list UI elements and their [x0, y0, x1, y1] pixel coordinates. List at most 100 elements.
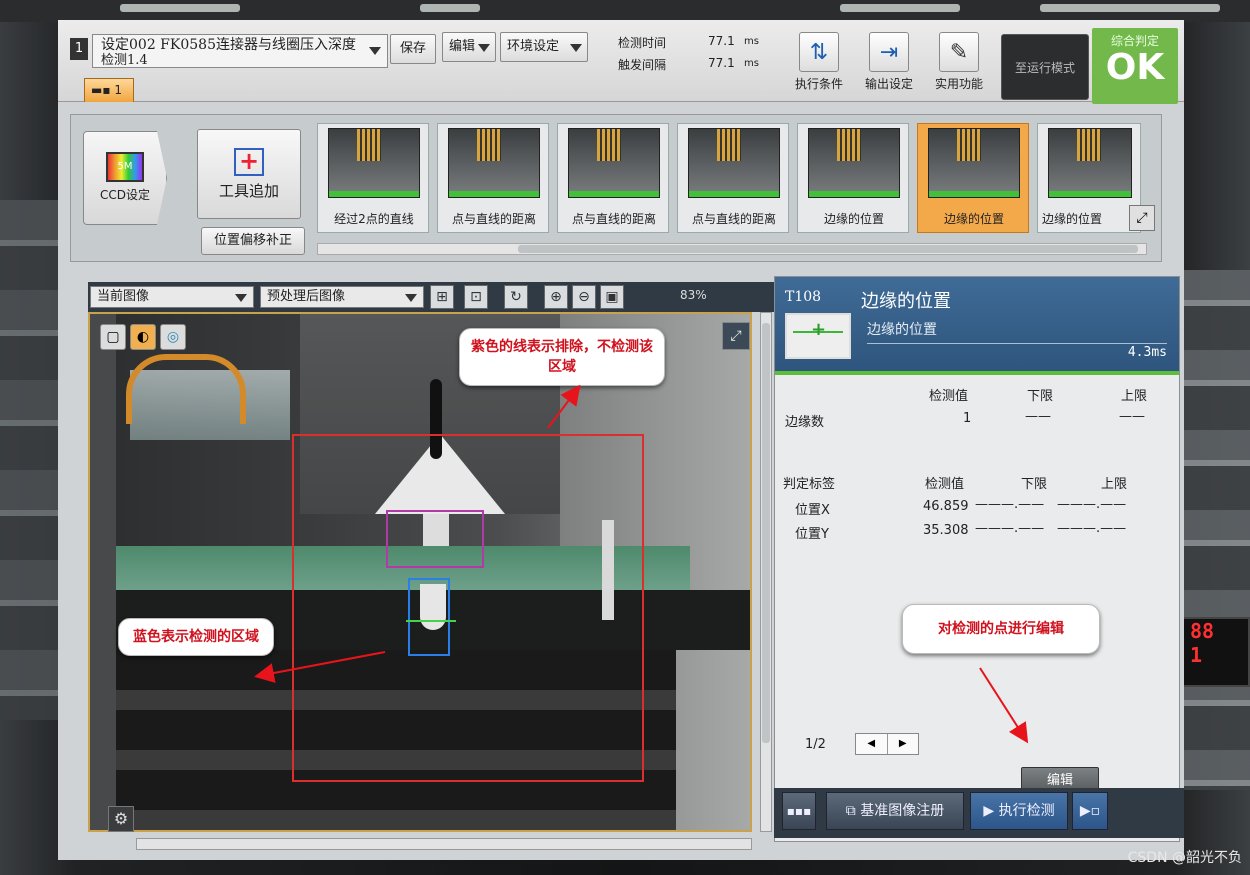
row-label: 位置Y [795, 527, 829, 542]
edge-line-green [406, 620, 456, 622]
layout-icon[interactable]: ⊞ [430, 285, 454, 309]
detect-roi-blue[interactable] [408, 578, 450, 656]
zoom-in-icon[interactable]: ⊕ [544, 285, 568, 309]
edge-tool-icon [785, 313, 851, 359]
image-viewer[interactable]: ▢ ◐ ◎ ⤢ [88, 312, 752, 832]
utility-label: 实用功能 [934, 77, 983, 91]
bezel-light [840, 4, 960, 12]
fit-screen-icon[interactable]: ▣ [600, 285, 624, 309]
execute-inspection-label: 执行检测 [998, 803, 1055, 819]
tool-thumbnail-label: 点与直线的距离 [451, 212, 536, 226]
add-tool-button[interactable]: + 工具追加 [197, 129, 301, 219]
save-button[interactable]: 保存 [390, 34, 436, 64]
edit-menu[interactable]: 编辑 [442, 32, 496, 62]
tool-strip-scrollbar[interactable] [317, 243, 1147, 255]
scrollbar-thumb[interactable] [762, 323, 770, 743]
column-header: 判定标签 [783, 477, 836, 492]
exclude-roi-purple[interactable] [386, 510, 484, 568]
setting-title-line1: 设定002 FK0585连接器与线圈压入深度 [101, 37, 356, 53]
next-page-icon[interactable]: ▶ [888, 734, 919, 754]
top-toolbar: 1 设定002 FK0585连接器与线圈压入深度 检测1.4 保存 编辑 环境设… [58, 20, 1184, 104]
env-settings-label: 环境设定 [507, 39, 560, 54]
annotation-purple: 紫色的线表示排除，不检测该区域 [459, 328, 665, 386]
tool-thumbnail[interactable]: 点与直线的距离 [437, 123, 549, 233]
column-header: 下限 [1027, 389, 1054, 404]
expand-icon[interactable]: ⤢ [1129, 205, 1155, 231]
prev-page-icon[interactable]: ◀ [856, 734, 888, 754]
gear-icon[interactable]: ⚙ [108, 806, 134, 832]
register-reference-button[interactable]: ⧉ 基准图像注册 [826, 792, 964, 830]
setting-title-select[interactable]: 设定002 FK0585连接器与线圈压入深度 检测1.4 [92, 34, 388, 68]
output-arrow-icon: ⇥ [869, 32, 909, 72]
exec-condition-button[interactable]: ⇅ 执行条件 [788, 32, 850, 102]
run-mode-button[interactable]: 至运行模式 [1001, 34, 1089, 100]
bezel-light [420, 4, 480, 12]
trigger-interval-unit: ms [744, 58, 759, 69]
status-line [775, 371, 1179, 375]
scrollbar-thumb[interactable] [518, 245, 1138, 253]
ccd-settings-button[interactable]: 5M CCD设定 [83, 131, 167, 225]
tool-thumbnail[interactable]: 边缘的位置 [1037, 123, 1141, 233]
counter-value-2: 1 [1190, 643, 1203, 667]
tool-thumbnail[interactable]: 边缘的位置 [797, 123, 909, 233]
ccd-chip-icon: 5M [106, 152, 144, 182]
viewer-left-bar [90, 314, 116, 830]
column-header: 下限 [1021, 477, 1048, 492]
output-settings-button[interactable]: ⇥ 输出设定 [858, 32, 920, 102]
chevron-down-icon [478, 44, 490, 52]
image-stack-icon: ⧉ [845, 803, 861, 819]
display-mode-icon[interactable]: ▢ [100, 324, 126, 350]
target-icon[interactable]: ◎ [160, 324, 186, 350]
tool-thumbnail-label: 点与直线的距离 [571, 212, 656, 226]
tool-thumbnail-selected[interactable]: 边缘的位置 [917, 123, 1029, 233]
annotation-blue: 蓝色表示检测的区域 [118, 618, 274, 656]
page-indicator: 1/2 [805, 737, 826, 752]
utility-button[interactable]: ✎ 实用功能 [928, 32, 990, 102]
camera-image-cable [126, 354, 246, 424]
output-settings-label: 输出设定 [864, 77, 913, 91]
play-icon: ▶ [983, 803, 999, 819]
contrast-icon[interactable]: ◐ [130, 324, 156, 350]
column-header: 上限 [1121, 389, 1148, 404]
tool-thumbnail-label: 点与直线的距离 [691, 212, 776, 226]
env-settings-menu[interactable]: 环境设定 [500, 32, 588, 62]
row-high: —— [1119, 409, 1145, 424]
tool-strip: 5M CCD设定 + 工具追加 位置偏移补正 经过2点的直线 点与直线的距离 点… [70, 114, 1162, 262]
viewer-vertical-scrollbar[interactable] [760, 312, 772, 832]
bezel-light [1040, 4, 1220, 12]
setting-number: 1 [70, 38, 88, 60]
counter-value: 88 [1190, 619, 1215, 643]
row-low: ———.—— [975, 497, 1045, 512]
image-process-select[interactable]: 预处理后图像 [260, 286, 424, 308]
tool-thumbnail[interactable]: 点与直线的距离 [557, 123, 669, 233]
tool-thumbnail[interactable]: 点与直线的距离 [677, 123, 789, 233]
image-source-select[interactable]: 当前图像 [90, 286, 254, 308]
tool-thumbnail-image [568, 128, 660, 198]
position-roi-red[interactable] [292, 434, 644, 782]
execute-inspection-button[interactable]: ▶ 执行检测 [970, 792, 1068, 830]
ccd-settings-label: CCD设定 [100, 188, 150, 202]
fullscreen-icon[interactable]: ⤢ [722, 322, 750, 350]
tool-name: 边缘的位置 [861, 291, 951, 312]
row-high: ———.—— [1057, 497, 1127, 512]
chevron-down-icon [369, 47, 381, 55]
row-label: 位置X [795, 503, 830, 518]
overall-judgement: 综合判定 OK [1092, 28, 1178, 104]
tool-thumbnail[interactable]: 经过2点的直线 [317, 123, 429, 233]
divider [867, 343, 1167, 344]
refresh-icon[interactable]: ↻ [504, 285, 528, 309]
lock-image-icon[interactable]: ⊡ [464, 285, 488, 309]
column-header: 上限 [1101, 477, 1128, 492]
continuous-run-icon[interactable]: ▶▫ [1072, 792, 1108, 830]
exec-condition-label: 执行条件 [794, 77, 843, 91]
viewer-horizontal-scrollbar[interactable] [136, 838, 752, 850]
camera-tab[interactable]: ▬▪ 1 [84, 78, 134, 102]
inspect-time-value: 77.1 [708, 34, 735, 48]
tool-result-panel: T108 边缘的位置 边缘的位置 4.3ms 检测值 下限 上限 边缘数 1 —… [774, 276, 1180, 842]
position-offset-button[interactable]: 位置偏移补正 [201, 227, 305, 255]
menu-grid-icon[interactable]: ▪▪▪ [782, 792, 816, 830]
zoom-out-icon[interactable]: ⊖ [572, 285, 596, 309]
judgement-label: 综合判定 [1110, 34, 1159, 48]
tool-thumbnail-label: 边缘的位置 [943, 212, 1004, 226]
chevron-down-icon [235, 294, 247, 302]
